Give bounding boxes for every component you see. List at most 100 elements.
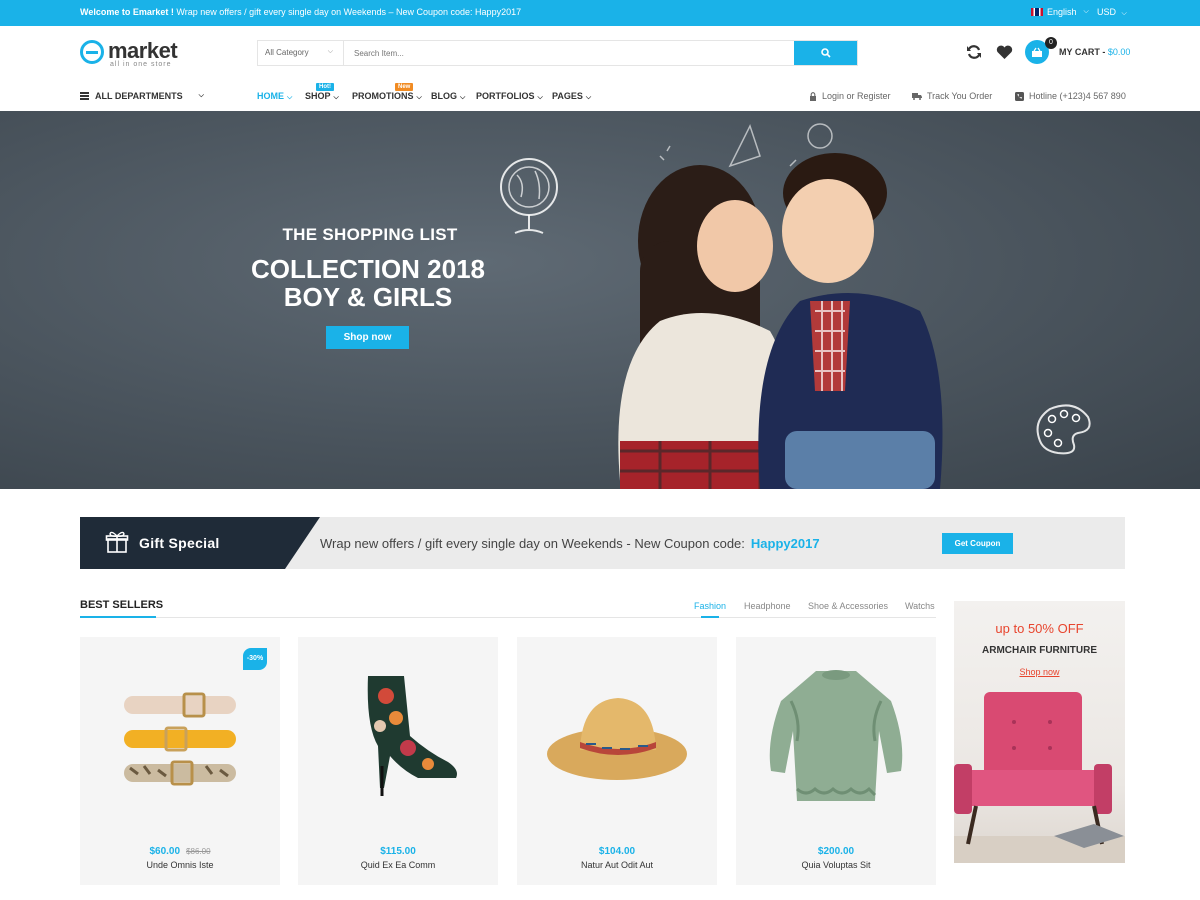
chevron-down-icon: ⌵	[287, 94, 293, 101]
nav-item-label: HOME	[257, 91, 284, 101]
lock-icon	[810, 91, 816, 101]
globe-doodle-icon	[500, 158, 558, 234]
refresh-icon	[967, 45, 981, 59]
gift-icon	[105, 531, 129, 553]
welcome-bold: Welcome to Emarket !	[80, 7, 174, 17]
logo-tagline: all in one store	[110, 61, 172, 68]
product-card[interactable]: $200.00 Quia Voluptas Sit	[736, 637, 936, 885]
chevron-down-icon: ⌵	[416, 94, 422, 101]
phone-icon	[1015, 91, 1024, 101]
product-image	[736, 637, 936, 835]
heart-icon	[996, 45, 1012, 59]
tab-headphone[interactable]: Headphone	[744, 601, 791, 611]
product-card[interactable]: -30% $60.00 $86.00 Unde Omnis Iste	[80, 637, 280, 885]
palette-doodle-icon	[1036, 404, 1091, 455]
hero-banner: THE SHOPPING LIST COLLECTION 2018 BOY & …	[0, 111, 1200, 489]
login-label: Login or Register	[822, 91, 891, 101]
nav-item-blog[interactable]: BLOG ⌵	[431, 91, 465, 102]
armchair-promo-banner[interactable]: up to 50% OFF ARMCHAIR FURNITURE Shop no…	[954, 601, 1125, 863]
product-name[interactable]: Natur Aut Odit Aut	[517, 860, 717, 870]
chevron-down-icon: ⌵	[1083, 8, 1089, 15]
hero-title-line2: BOY & GIRLS	[283, 282, 453, 312]
nav-item-label: BLOG	[431, 91, 457, 101]
chevron-down-icon: ⌵	[585, 94, 592, 101]
gift-message-text: Wrap new offers / gift every single day …	[320, 536, 745, 551]
chevron-down-icon: ⌵	[327, 48, 333, 55]
language-label: English	[1047, 7, 1077, 17]
currency-selector[interactable]: USD ⌵	[1097, 7, 1127, 18]
get-coupon-button[interactable]: Get Coupon	[942, 533, 1013, 554]
current-price: $60.00	[149, 846, 181, 857]
hero-subtitle: THE SHOPPING LIST	[282, 225, 458, 244]
nav-item-label: PAGES	[552, 91, 583, 101]
current-price: $115.00	[380, 846, 416, 857]
hero-shop-now-button[interactable]: Shop now	[326, 326, 409, 349]
product-name[interactable]: Quid Ex Ea Comm	[298, 860, 498, 870]
product-card[interactable]: $115.00 Quid Ex Ea Comm	[298, 637, 498, 885]
list-icon	[80, 92, 89, 100]
product-image	[517, 637, 717, 835]
search-button[interactable]	[794, 41, 857, 65]
tab-shoe-accessories[interactable]: Shoe & Accessories	[808, 601, 888, 611]
nav-item-home[interactable]: HOME ⌵	[257, 91, 292, 102]
tab-watchs[interactable]: Watchs	[905, 601, 935, 611]
current-price: $104.00	[598, 846, 636, 857]
cart-summary[interactable]: MY CART - $0.00	[1059, 47, 1130, 57]
basket-icon	[1032, 47, 1042, 57]
language-selector[interactable]: English ⌵	[1031, 7, 1089, 17]
coupon-code: Happy2017	[750, 536, 820, 551]
login-link[interactable]: Login or Register	[809, 91, 891, 101]
straw-hat-image	[547, 698, 687, 780]
best-sellers-title: BEST SELLERS	[80, 599, 164, 611]
product-image	[298, 637, 498, 835]
cart-label: MY CART -	[1059, 47, 1108, 57]
promo-offer: up to 50% OFF	[995, 621, 1084, 636]
hotline: Hotline (+123)4 567 890	[1015, 91, 1126, 101]
search-input[interactable]	[345, 41, 795, 65]
truck-icon	[912, 93, 922, 100]
nav-item-portfolios[interactable]: PORTFOLIOS ⌵	[476, 91, 543, 102]
welcome-text: Wrap new offers / gift every single day …	[176, 7, 522, 17]
green-blouse-image	[769, 670, 903, 801]
chevron-down-icon: ⌵	[198, 92, 204, 99]
all-departments-button[interactable]: ALL DEPARTMENTS ⌵	[80, 91, 204, 101]
product-price: $115.00	[298, 846, 498, 857]
category-select-value: All Category	[265, 48, 309, 57]
floral-boot-image	[367, 676, 457, 796]
product-price: $104.00	[517, 846, 717, 857]
category-select[interactable]: All Category ⌵	[258, 41, 344, 65]
nav-item-shop[interactable]: Hot! SHOP ⌵	[305, 83, 339, 102]
compare-button[interactable]	[964, 42, 984, 62]
product-name[interactable]: Unde Omnis Iste	[80, 860, 280, 870]
promo-shop-now-link[interactable]: Shop now	[954, 667, 1125, 677]
hero-title: COLLECTION 2018 BOY & GIRLS	[218, 255, 518, 311]
chevron-down-icon: ⌵	[1121, 10, 1127, 17]
section-divider	[80, 617, 936, 618]
nav-item-pages[interactable]: PAGES ⌵	[552, 91, 591, 102]
active-tab-underline	[701, 616, 719, 618]
hotline-label: Hotline (+123)4 567 890	[1029, 91, 1126, 101]
main-nav: ALL DEPARTMENTS ⌵ HOME ⌵ Hot! SHOP ⌵ New P…	[0, 82, 1200, 110]
gift-special-banner: Gift Special Wrap new offers / gift ever…	[80, 517, 1125, 569]
welcome-message: Welcome to Emarket ! Wrap new offers / g…	[80, 7, 521, 17]
cart-amount: $0.00	[1107, 47, 1131, 57]
old-price: $86.00	[186, 847, 211, 856]
search-bar: All Category ⌵	[257, 40, 858, 66]
product-card[interactable]: $104.00 Natur Aut Odit Aut	[517, 637, 717, 885]
currency-label: USD	[1097, 7, 1117, 17]
all-departments-label: ALL DEPARTMENTS	[95, 91, 183, 101]
current-price: $200.00	[817, 846, 855, 857]
chevron-down-icon: ⌵	[537, 94, 543, 101]
tab-fashion[interactable]: Fashion	[694, 601, 726, 611]
logo[interactable]: market all in one store	[80, 38, 190, 70]
nav-item-promotions[interactable]: New PROMOTIONS ⌵	[352, 83, 422, 102]
product-name[interactable]: Quia Voluptas Sit	[736, 860, 936, 870]
belts-image	[124, 692, 236, 786]
hot-badge: Hot!	[316, 83, 334, 91]
track-order-link[interactable]: Track You Order	[912, 91, 992, 101]
wishlist-button[interactable]	[994, 42, 1014, 62]
cart-count-badge: 0	[1045, 37, 1057, 49]
product-price: $60.00 $86.00	[80, 846, 280, 857]
title-underline	[80, 616, 156, 618]
search-icon	[820, 48, 831, 58]
